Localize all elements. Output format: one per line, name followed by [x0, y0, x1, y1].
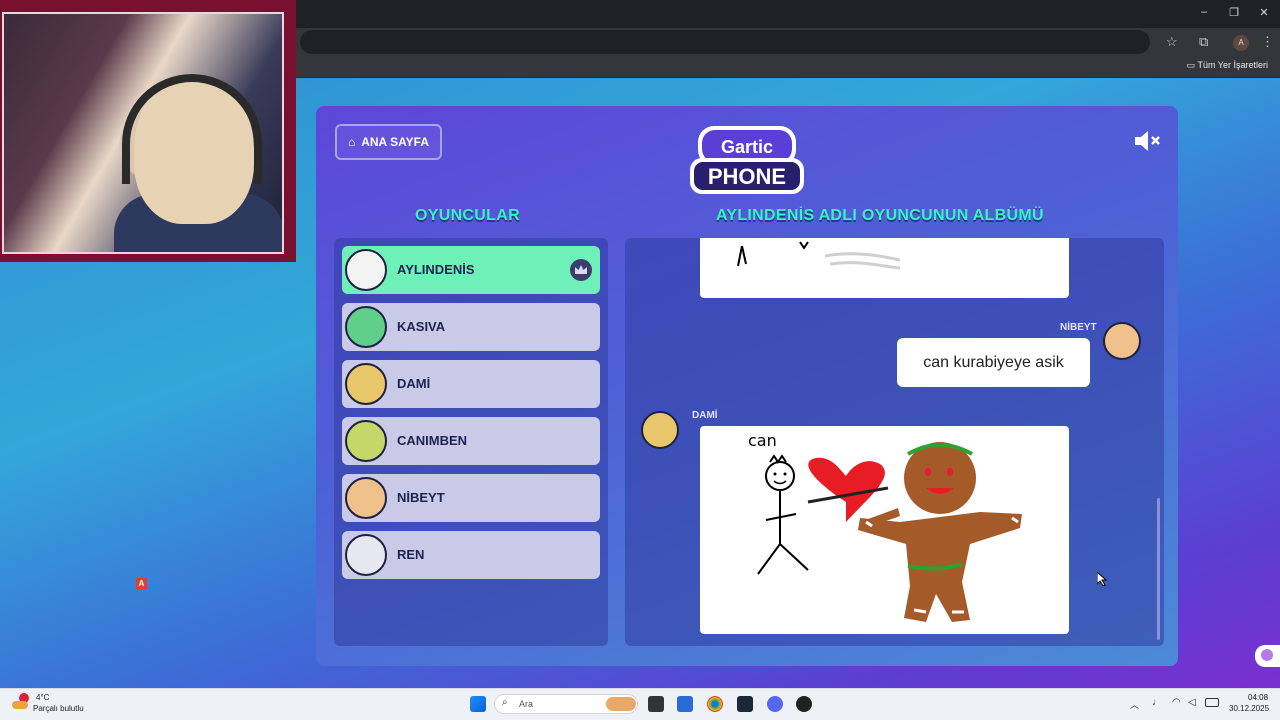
menu-kebab-icon[interactable]: ⋮: [1261, 34, 1274, 50]
discord-icon[interactable]: [767, 696, 783, 712]
player-avatar: [345, 306, 387, 348]
drawing-caption: can: [748, 431, 777, 450]
steam-icon[interactable]: [737, 696, 753, 712]
search-icon: ⌕: [502, 697, 508, 708]
headset: [122, 74, 262, 184]
player-name: CANIMBEN: [397, 433, 468, 448]
mouse-cursor-icon: [1097, 572, 1107, 586]
player-name: REN: [397, 547, 425, 562]
logo-top-text: Gartic: [721, 137, 773, 157]
restore-icon[interactable]: ❐: [1227, 6, 1241, 19]
player-row[interactable]: CANIMBEN: [342, 417, 600, 465]
bookmark-star-icon[interactable]: ☆: [1166, 34, 1178, 50]
tray-chevron-icon[interactable]: ︿: [1130, 698, 1139, 711]
profile-avatar[interactable]: A: [1233, 35, 1249, 51]
player-row[interactable]: AYLINDENİS: [342, 246, 600, 294]
player-avatar: [345, 249, 387, 291]
drawing-card: can: [700, 426, 1069, 634]
search-placeholder: Ara: [519, 699, 534, 709]
minimize-icon[interactable]: –: [1197, 6, 1211, 18]
all-bookmarks-link[interactable]: ▭ Tüm Yer İşaretleri: [1187, 60, 1268, 71]
search-highlight-icon: [606, 697, 636, 711]
player-row[interactable]: NİBEYT: [342, 474, 600, 522]
player-row[interactable]: REN: [342, 531, 600, 579]
home-icon: ⌂: [347, 135, 356, 149]
address-bar[interactable]: [300, 30, 1150, 54]
all-bookmarks-label: Tüm Yer İşaretleri: [1197, 60, 1268, 70]
webcam-overlay: [0, 0, 296, 262]
crown-icon: [570, 259, 592, 281]
dami-avatar: [641, 411, 679, 449]
gartic-phone-logo: Gartic PHONE: [690, 126, 804, 194]
previous-drawing: [737, 241, 901, 270]
player-name: DAMİ: [397, 376, 431, 391]
nibeyt-avatar: [1103, 322, 1141, 360]
close-window-icon[interactable]: ✕: [1257, 6, 1271, 19]
player-name: KASIVA: [397, 319, 446, 334]
weather-temperature: 4°C: [36, 693, 50, 702]
message-bubble: can kurabiyeye asik: [897, 338, 1090, 387]
windows-taskbar: [0, 688, 1280, 720]
player-avatar: [345, 363, 387, 405]
player-row[interactable]: KASIVA: [342, 303, 600, 351]
clock-date[interactable]: 30.12.2025: [1229, 704, 1269, 713]
home-button-label: ANA SAYFA: [361, 135, 430, 149]
chrome-icon[interactable]: [707, 696, 723, 712]
player-name: AYLINDENİS: [397, 262, 475, 277]
album-title: AYLINDENİS ADLI OYUNCUNUN ALBÜMÜ: [716, 207, 1044, 224]
start-windows-icon[interactable]: [470, 696, 486, 712]
players-title: OYUNCULAR: [415, 207, 520, 224]
wifi-icon[interactable]: ◠: [1172, 697, 1181, 708]
logo-bottom-text: PHONE: [708, 164, 786, 189]
microphone-icon[interactable]: ♩: [1152, 697, 1162, 708]
folder-icon: ▭: [1186, 60, 1198, 70]
volume-icon[interactable]: ◁: [1188, 697, 1196, 708]
home-button[interactable]: ⌂ ANA SAYFA: [335, 124, 442, 160]
obs-icon[interactable]: [796, 696, 812, 712]
weather-icon[interactable]: [12, 693, 30, 710]
message-author: DAMİ: [692, 410, 718, 421]
assistant-icon: [1261, 649, 1273, 661]
message-author: NİBEYT: [1060, 322, 1097, 333]
clock-time[interactable]: 04:08: [1248, 693, 1268, 702]
extensions-icon[interactable]: ⧉: [1199, 34, 1208, 50]
player-name: NİBEYT: [397, 490, 445, 505]
player-avatar: [345, 534, 387, 576]
weather-description: Parçalı bulutlu: [33, 704, 84, 713]
battery-icon[interactable]: [1205, 698, 1219, 707]
webcam-feed: [2, 12, 284, 254]
side-widget-button[interactable]: [1255, 645, 1280, 667]
task-view-icon[interactable]: [648, 696, 664, 712]
player-row[interactable]: DAMİ: [342, 360, 600, 408]
album-scrollbar[interactable]: [1157, 498, 1160, 640]
player-avatar: [345, 477, 387, 519]
gingerbread-drawing: can: [748, 431, 1022, 622]
store-icon[interactable]: [677, 696, 693, 712]
sound-muted-icon[interactable]: [1133, 130, 1163, 152]
player-avatar: [345, 420, 387, 462]
previous-drawing-card: [700, 238, 1069, 298]
stream-marker-badge: A: [136, 578, 147, 589]
